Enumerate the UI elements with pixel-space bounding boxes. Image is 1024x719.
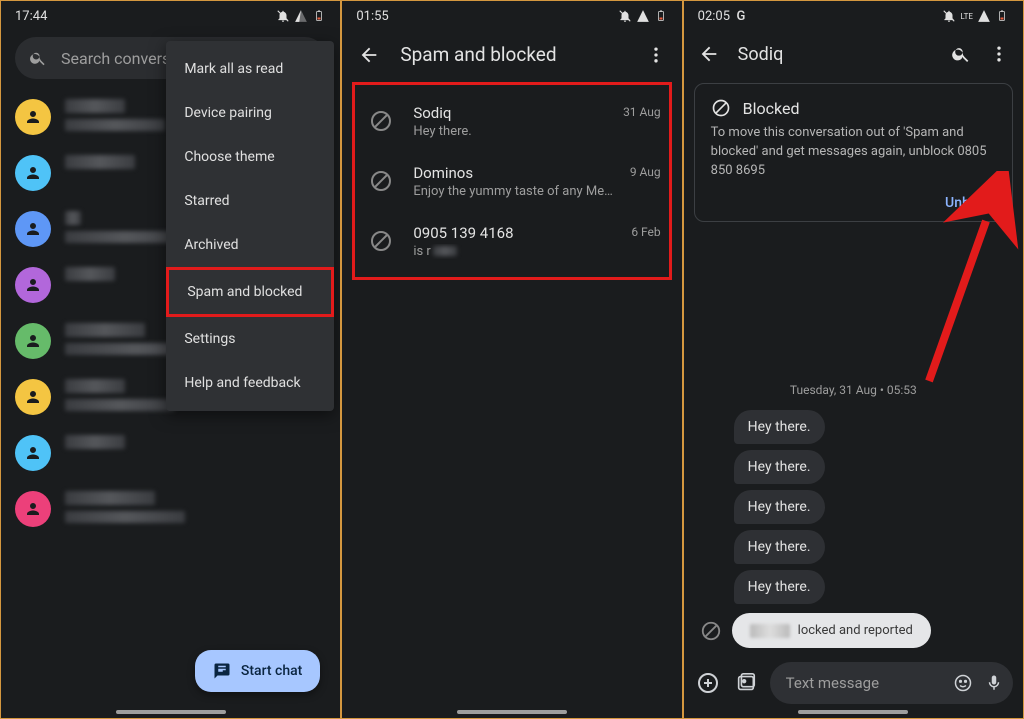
avatar [15, 491, 51, 527]
network-label: LTE [960, 12, 973, 21]
phone-screen-1: 17:44 Search conversat Mark all as read … [0, 0, 341, 719]
toolbar: Spam and blocked [342, 31, 681, 78]
dnd-icon [618, 9, 632, 23]
message-bubble[interactable]: Hey there. [734, 530, 825, 564]
menu-mark-all-read[interactable]: Mark all as read [166, 47, 334, 91]
date-divider: Tuesday, 31 Aug • 05:53 [694, 383, 1013, 397]
toolbar: Sodiq [684, 31, 1023, 77]
menu-help[interactable]: Help and feedback [166, 361, 334, 405]
contact-title: Sodiq [738, 44, 933, 65]
gesture-handle [116, 710, 226, 714]
spam-item[interactable]: Sodiq Hey there. 31 Aug [355, 91, 668, 151]
banner-heading: Blocked [743, 99, 800, 118]
spam-preview: Hey there. [413, 124, 609, 139]
start-chat-fab[interactable]: Start chat [195, 650, 320, 692]
avatar [15, 435, 51, 471]
menu-archived[interactable]: Archived [166, 223, 334, 267]
conversation-item[interactable] [1, 425, 340, 481]
status-bar: 17:44 [1, 1, 340, 31]
overflow-icon[interactable] [989, 44, 1009, 64]
overflow-icon[interactable] [646, 45, 666, 65]
spam-date: 6 Feb [631, 225, 660, 239]
blocked-icon [700, 620, 722, 642]
snackbar-text: locked and reported [798, 623, 913, 638]
message-bubble[interactable]: Hey there. [734, 450, 825, 484]
blocked-icon [363, 163, 399, 199]
snackbar: locked and reported [732, 613, 931, 648]
clock: 17:44 [15, 9, 47, 24]
battery-icon [312, 9, 326, 23]
spam-item[interactable]: Dominos Enjoy the yummy taste of any Medi… [355, 151, 668, 211]
avatar [15, 99, 51, 135]
spam-name: 0905 139 4168 [413, 224, 617, 242]
phone-screen-3: 02:05 G LTE Sodiq Blocked To move this c… [683, 0, 1024, 719]
clock: 01:55 [356, 9, 388, 24]
status-bar: 02:05 G LTE [684, 1, 1023, 31]
spam-name: Sodiq [413, 104, 609, 122]
avatar [15, 211, 51, 247]
emoji-icon[interactable] [953, 673, 973, 693]
back-icon[interactable] [698, 43, 720, 65]
blocked-icon [711, 98, 731, 118]
back-icon[interactable] [358, 44, 380, 66]
status-bar: 01:55 [342, 1, 681, 31]
search-icon [29, 49, 47, 67]
gesture-handle [457, 710, 567, 714]
spam-date: 31 Aug [623, 105, 661, 119]
gesture-handle [798, 710, 908, 714]
clock: 02:05 G [698, 9, 746, 24]
add-button[interactable] [694, 669, 722, 697]
spam-date: 9 Aug [630, 165, 661, 179]
blocked-icon [363, 103, 399, 139]
gallery-button[interactable] [732, 669, 760, 697]
dnd-icon [942, 9, 956, 23]
message-area: Tuesday, 31 Aug • 05:53 Hey there. Hey t… [684, 228, 1023, 656]
avatar [15, 155, 51, 191]
signal-icon [977, 9, 991, 23]
avatar [15, 379, 51, 415]
phone-screen-2: 01:55 Spam and blocked Sodiq Hey there. 3… [341, 0, 682, 719]
message-bubble[interactable]: Hey there. [734, 570, 825, 604]
conversation-item[interactable] [1, 481, 340, 537]
page-title: Spam and blocked [400, 43, 625, 66]
menu-starred[interactable]: Starred [166, 179, 334, 223]
message-bubble[interactable]: Hey there. [734, 490, 825, 524]
avatar [15, 323, 51, 359]
message-input[interactable]: Text message [770, 662, 1013, 704]
signal-icon [636, 9, 650, 23]
spam-name: Dominos [413, 164, 615, 182]
battery-icon [995, 9, 1009, 23]
menu-choose-theme[interactable]: Choose theme [166, 135, 334, 179]
composer-placeholder: Text message [786, 674, 879, 692]
fab-label: Start chat [241, 663, 302, 679]
avatar [15, 267, 51, 303]
spam-blocked-list: Sodiq Hey there. 31 Aug Dominos Enjoy the … [352, 82, 671, 280]
message-bubble[interactable]: Hey there. [734, 410, 825, 444]
chat-icon [213, 662, 231, 680]
search-icon[interactable] [951, 44, 971, 64]
overflow-menu: Mark all as read Device pairing Choose t… [166, 41, 334, 411]
banner-body: To move this conversation out of 'Spam a… [711, 124, 996, 181]
signal-icon [294, 9, 308, 23]
dnd-icon [276, 9, 290, 23]
unblock-button[interactable]: Unblock [711, 181, 996, 211]
blocked-banner: Blocked To move this conversation out of… [694, 83, 1013, 222]
spam-preview: Enjoy the yummy taste of any Medium … [413, 184, 615, 199]
mic-icon[interactable] [985, 673, 1003, 693]
spam-preview: is r [413, 244, 617, 259]
battery-icon [654, 9, 668, 23]
composer: Text message [684, 656, 1023, 718]
menu-device-pairing[interactable]: Device pairing [166, 91, 334, 135]
menu-settings[interactable]: Settings [166, 317, 334, 361]
spam-item[interactable]: 0905 139 4168 is r 6 Feb [355, 211, 668, 271]
blocked-icon [363, 223, 399, 259]
menu-spam-blocked[interactable]: Spam and blocked [166, 267, 334, 317]
